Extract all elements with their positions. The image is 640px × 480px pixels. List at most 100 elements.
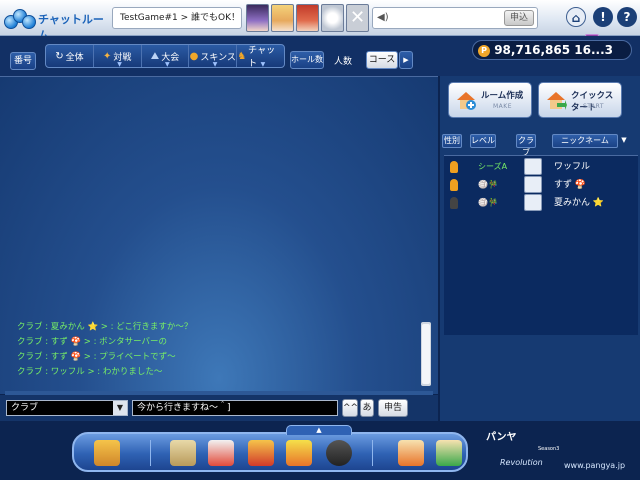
create-room-button[interactable]: ルーム作成 MAKE — [448, 82, 532, 118]
house-icon[interactable] — [398, 440, 424, 466]
players-sort-button[interactable]: 人数 — [334, 54, 352, 67]
player-list: シーズA ワッフル 🏐🎋 すず 🍄 🏐🎋 夏みかん ⭐ — [444, 155, 638, 335]
chevron-down-icon[interactable]: ▼ — [618, 134, 630, 148]
app-logo: チャットルーム — [4, 5, 114, 42]
chat-input[interactable]: 今から行きますね～＾] — [132, 400, 338, 416]
chat-input-row: クラブ ▼ 今から行きますね～＾] ^^ あ 申告 — [0, 395, 438, 421]
dock-toggle[interactable]: ▲ — [286, 425, 352, 435]
channel-value: クラブ — [11, 403, 39, 413]
brand-season: Season3 — [538, 446, 560, 452]
report-button[interactable]: 申告 — [378, 399, 408, 417]
tab-tournament[interactable]: ⛰ 大会 ▼ — [142, 45, 190, 68]
present-icon[interactable] — [248, 440, 274, 466]
tab-label: 全体 — [65, 52, 84, 63]
top-bar: チャットルーム TestGame#1 > 誰でもOK！1 ✕ ◀) 申込 ⌂ !… — [0, 0, 640, 48]
skins-icon: ● — [189, 50, 199, 62]
player-row[interactable]: シーズA ワッフル — [444, 158, 638, 176]
tab-chat[interactable]: ♞ チャット ▼ — [237, 45, 284, 69]
chat-message: クラブ : すず 🍄 > : プライベートでず～ — [17, 352, 176, 362]
tab-label: 大会 — [161, 52, 180, 63]
user-search-icon[interactable]: ⌂ — [566, 7, 586, 27]
player-row[interactable]: 🏐🎋 夏みかん ⭐ — [444, 194, 638, 212]
avatar-strip: ✕ — [246, 4, 369, 32]
money-extra: 16...3 — [574, 43, 614, 57]
header-nickname[interactable]: ニックネーム — [552, 134, 618, 148]
tab-skins[interactable]: ● スキンス ▼ — [189, 45, 238, 68]
dock-separator — [150, 440, 151, 466]
header-level[interactable]: レベル — [470, 134, 496, 148]
right-panel: ルーム作成 MAKE クイックスタート START 性別 レベル クラブ ニック… — [438, 76, 640, 421]
player-club: シーズA — [478, 162, 508, 171]
send-button[interactable]: 申込 — [504, 10, 534, 26]
house-transfer-icon[interactable] — [436, 440, 462, 466]
tab-label: 対戦 — [113, 52, 132, 63]
level-icon — [524, 176, 542, 193]
game-info[interactable]: TestGame#1 > 誰でもOK！1 — [112, 7, 242, 29]
shop-icon[interactable] — [170, 440, 196, 466]
player-name: 夏みかん ⭐ — [554, 198, 605, 208]
level-icon — [524, 158, 542, 175]
scratch-icon[interactable] — [286, 440, 312, 466]
chat-message: クラブ : すず 🍄 > : ボンタサーバーの — [17, 337, 168, 347]
create-room-label: ルーム作成 — [481, 91, 524, 101]
scroll-thumb[interactable] — [422, 324, 430, 384]
hole-count-button[interactable]: ホール数 — [290, 51, 324, 69]
avatar[interactable] — [271, 4, 294, 32]
ime-toggle-button[interactable]: あ — [360, 399, 374, 417]
money-amount: 98,716,865 — [494, 43, 571, 57]
avatar[interactable] — [296, 4, 319, 32]
chat-scrollbar[interactable] — [421, 322, 431, 386]
message-field[interactable]: ◀) 申込 — [372, 7, 538, 29]
player-club: 🏐🎋 — [478, 180, 498, 189]
sort-number-button[interactable]: 番号 — [10, 52, 36, 70]
level-icon — [524, 194, 542, 211]
versus-icon: ✦ — [102, 50, 112, 62]
pang-coin-icon: P — [478, 45, 490, 57]
gift-icon[interactable] — [208, 440, 234, 466]
chat-icon: ♞ — [237, 50, 247, 62]
header-gender[interactable]: 性別 — [442, 134, 462, 148]
tab-versus[interactable]: ✦ 対戦 ▼ — [94, 45, 142, 68]
tab-label: チャット — [248, 46, 276, 69]
chevron-down-icon: ▼ — [260, 61, 266, 68]
player-name: ワッフル — [554, 162, 591, 172]
chat-message: クラブ : 夏みかん ⭐ > : どこ行きますか～？ — [17, 322, 193, 332]
create-room-sub: MAKE — [493, 103, 513, 110]
player-row[interactable]: 🏐🎋 すず 🍄 — [444, 176, 638, 194]
chevron-down-icon: ▼ — [212, 61, 218, 68]
next-arrow-button[interactable]: ▶ — [399, 51, 413, 69]
brand-title: パンヤ — [486, 432, 517, 443]
gender-icon — [450, 197, 458, 209]
player-name: すず 🍄 — [554, 180, 587, 190]
chat-channel-select[interactable]: クラブ ▼ — [6, 400, 128, 416]
chevron-down-icon: ▼ — [117, 61, 122, 68]
dock-separator — [372, 440, 373, 466]
course-sort-button[interactable]: コース — [366, 51, 398, 69]
header-club[interactable]: クラブ — [516, 134, 536, 157]
speaker-icon: ◀) — [377, 12, 389, 23]
emoticon-button[interactable]: ^^ — [342, 399, 358, 417]
close-icon[interactable]: ? — [617, 7, 637, 27]
chevron-down-icon[interactable]: ▼ — [113, 401, 127, 415]
house-plus-icon — [457, 92, 476, 110]
avatar-close-icon[interactable]: ✕ — [346, 4, 369, 32]
money-display: P 98,716,865 16...3 — [472, 40, 632, 60]
cat-icon[interactable] — [326, 440, 352, 466]
chat-log: クラブ : 夏みかん ⭐ > : どこ行きますか～？ クラブ : すず 🍄 > … — [5, 320, 433, 390]
quick-start-sub: START — [583, 103, 605, 110]
help-icon[interactable]: ! — [593, 7, 613, 27]
quick-start-button[interactable]: クイックスタート START — [538, 82, 622, 118]
tab-all[interactable]: ↻ 全体 — [46, 45, 94, 67]
house-arrow-icon — [547, 92, 567, 110]
exit-icon[interactable] — [94, 440, 120, 466]
site-url: www.pangya.jp — [564, 461, 626, 470]
refresh-icon: ↻ — [55, 50, 64, 62]
avatar[interactable] — [321, 4, 344, 32]
tournament-icon: ⛰ — [150, 50, 160, 62]
avatar[interactable] — [246, 4, 269, 32]
chevron-down-icon: ▼ — [164, 61, 170, 68]
gender-icon — [450, 161, 458, 173]
brand-revolution: Revolution — [500, 458, 543, 467]
chat-message: クラブ : ワッフル > : わかりました～ — [17, 367, 163, 377]
gender-icon — [450, 179, 458, 191]
